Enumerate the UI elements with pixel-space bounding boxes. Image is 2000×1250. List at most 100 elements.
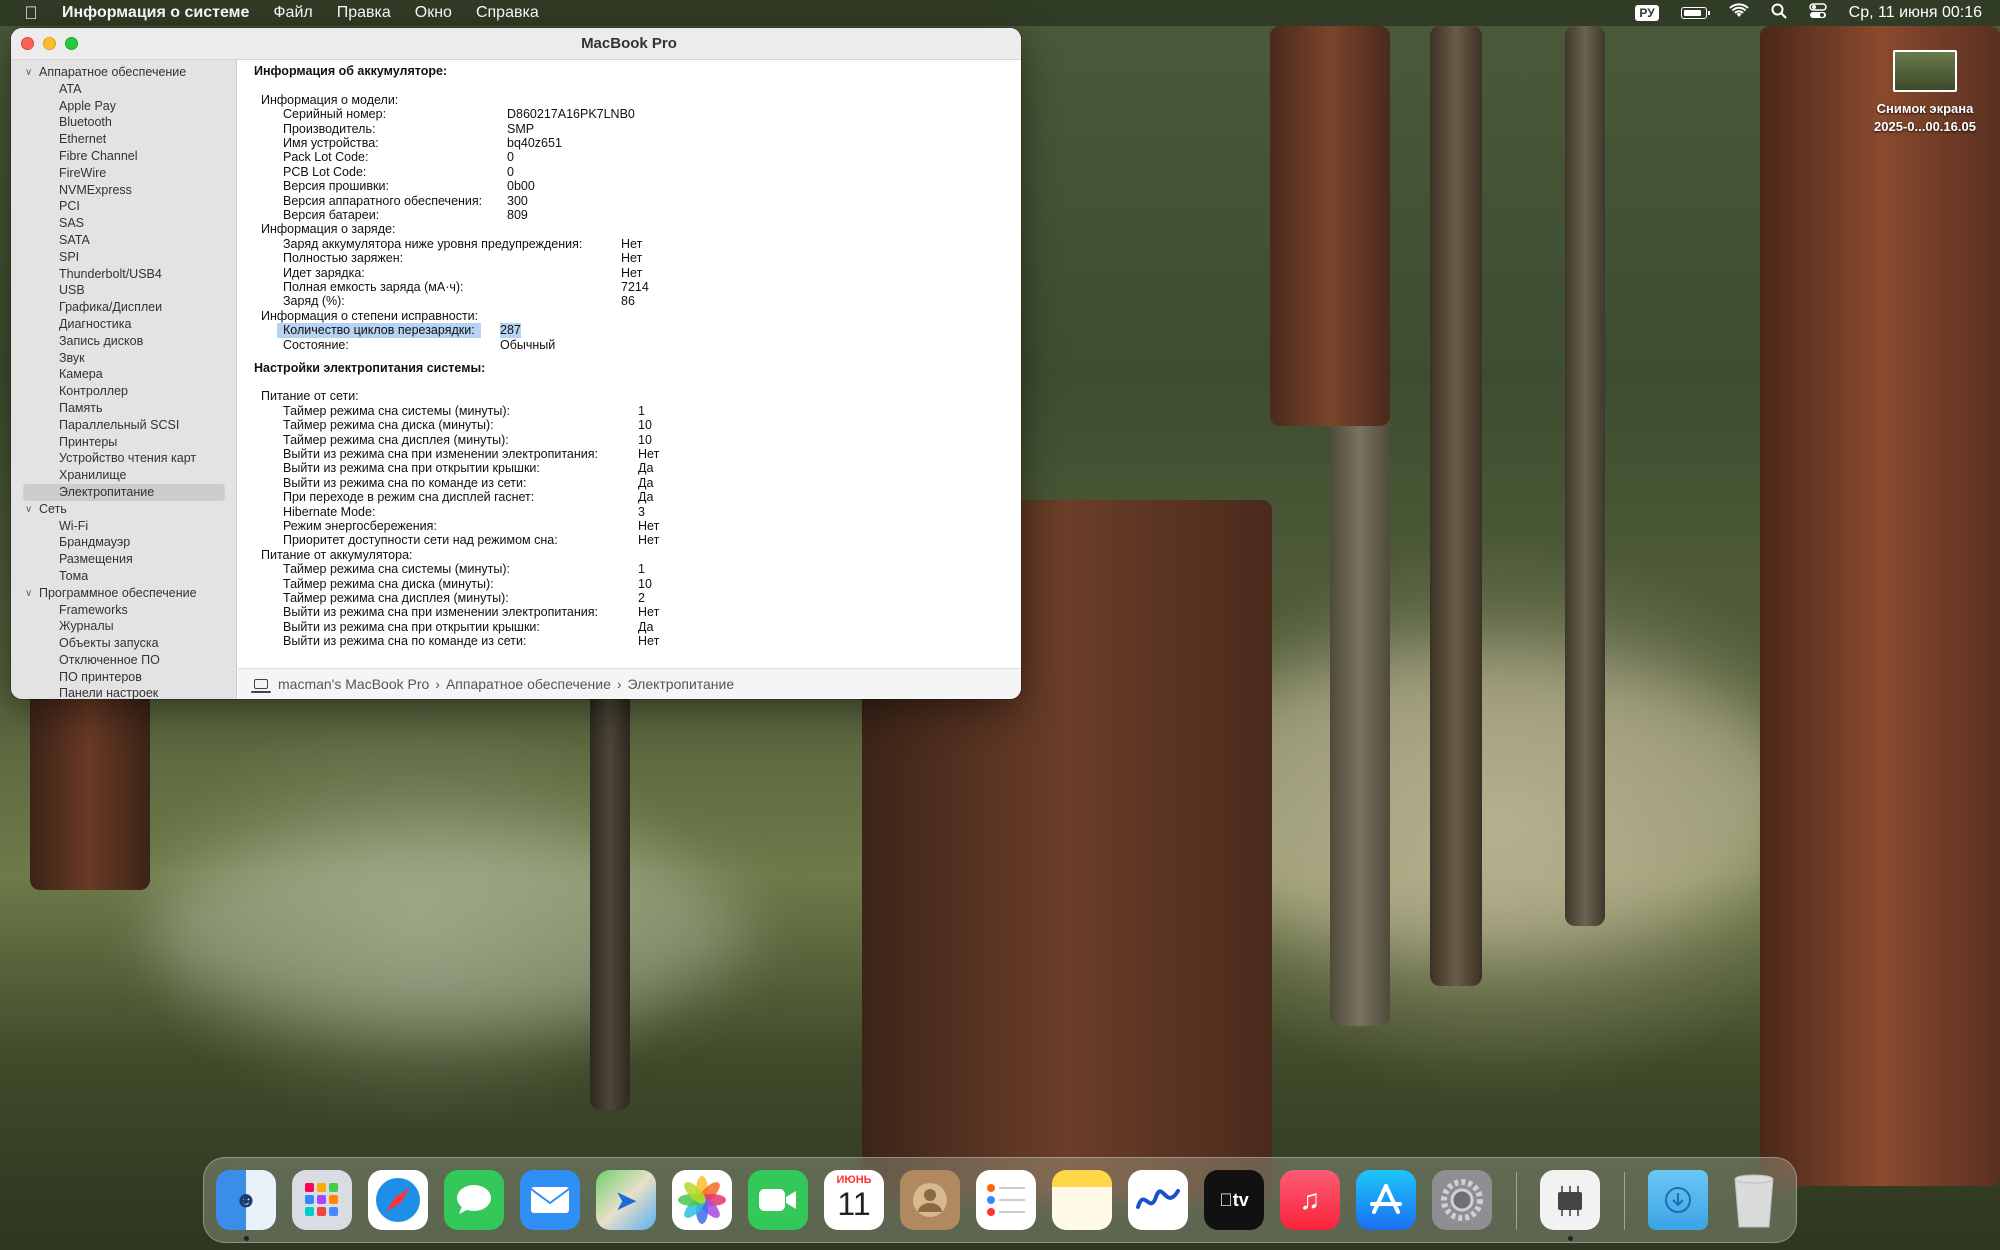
chevron-down-icon[interactable]: ∨ xyxy=(25,588,39,599)
sidebar-group-software[interactable]: ∨ Программное обеспечение xyxy=(11,585,236,602)
sidebar-item-locations[interactable]: Размещения xyxy=(11,551,236,568)
sidebar-item-preference-panes[interactable]: Панели настроек xyxy=(11,685,236,699)
sidebar-item-usb[interactable]: USB xyxy=(11,282,236,299)
sidebar-group-network[interactable]: ∨ Сеть xyxy=(11,501,236,518)
fullscreen-button[interactable] xyxy=(65,37,78,50)
freeform-icon[interactable] xyxy=(1128,1170,1188,1230)
app-store-icon[interactable] xyxy=(1356,1170,1416,1230)
charge-info-label: Информация о заряде: xyxy=(261,222,396,237)
messages-icon[interactable] xyxy=(444,1170,504,1230)
sidebar-item-bluetooth[interactable]: Bluetooth xyxy=(11,114,236,131)
sidebar-item-ethernet[interactable]: Ethernet xyxy=(11,131,236,148)
sidebar-item-sata[interactable]: SATA xyxy=(11,232,236,249)
reminders-icon[interactable] xyxy=(976,1170,1036,1230)
sidebar-item-camera[interactable]: Камера xyxy=(11,366,236,383)
sidebar-item-spi[interactable]: SPI xyxy=(11,249,236,266)
launchpad-icon[interactable] xyxy=(292,1170,352,1230)
path-computer[interactable]: macman's MacBook Pro xyxy=(278,676,429,692)
screenshot-thumbnail[interactable] xyxy=(1893,50,1957,92)
system-information-icon[interactable] xyxy=(1540,1170,1600,1230)
info-value: Да xyxy=(638,490,654,505)
info-value: Нет xyxy=(638,605,660,620)
dock-separator xyxy=(1516,1172,1517,1230)
chevron-down-icon[interactable]: ∨ xyxy=(25,67,39,78)
maps-icon[interactable]: ➤ xyxy=(596,1170,656,1230)
info-key: Таймер режима сна диска (минуты): xyxy=(283,576,494,591)
sidebar-item-disabled-software[interactable]: Отключенное ПО xyxy=(11,652,236,669)
chevron-down-icon[interactable]: ∨ xyxy=(25,504,39,515)
sidebar-group-hardware[interactable]: ∨ Аппаратное обеспечение xyxy=(11,64,236,81)
sidebar-item-volumes[interactable]: Тома xyxy=(11,568,236,585)
sidebar-item-controller[interactable]: Контроллер xyxy=(11,383,236,400)
sidebar-item-graphics[interactable]: Графика/Дисплеи xyxy=(11,299,236,316)
sidebar-item-storage[interactable]: Хранилище xyxy=(11,467,236,484)
sidebar-item-fibre-channel[interactable]: Fibre Channel xyxy=(11,148,236,165)
sidebar-item-sas[interactable]: SAS xyxy=(11,215,236,232)
sidebar-item-startup-items[interactable]: Объекты запуска xyxy=(11,635,236,652)
menu-file[interactable]: Файл xyxy=(273,4,312,22)
info-key: Выйти из режима сна при открытии крышки: xyxy=(283,461,540,476)
sidebar-item-diagnostics[interactable]: Диагностика xyxy=(11,316,236,333)
apple-menu-icon[interactable]:  xyxy=(20,3,42,24)
safari-icon[interactable] xyxy=(368,1170,428,1230)
info-value: SMP xyxy=(507,121,535,136)
info-value: Нет xyxy=(638,447,660,462)
sidebar-item-audio[interactable]: Звук xyxy=(11,350,236,367)
wifi-icon[interactable] xyxy=(1728,2,1749,24)
sidebar-item-card-reader[interactable]: Устройство чтения карт xyxy=(11,450,236,467)
trash-icon[interactable] xyxy=(1724,1170,1784,1230)
sidebar-item-ata[interactable]: ATA xyxy=(11,81,236,98)
spotlight-search-icon[interactable] xyxy=(1771,3,1787,24)
photos-icon[interactable] xyxy=(672,1170,732,1230)
path-item[interactable]: Электропитание xyxy=(628,676,735,692)
sidebar-item-memory[interactable]: Память xyxy=(11,400,236,417)
desktop-screenshot-file[interactable]: Снимок экрана 2025-0...00.16.05 xyxy=(1860,50,1990,136)
detail-pane[interactable]: Информация об аккумуляторе: Информация о … xyxy=(238,60,1021,668)
sidebar-item-apple-pay[interactable]: Apple Pay xyxy=(11,98,236,115)
calendar-icon[interactable]: ИЮНЬ 11 xyxy=(824,1170,884,1230)
menu-app-name[interactable]: Информация о системе xyxy=(62,4,249,22)
sidebar-item-thunderbolt[interactable]: Thunderbolt/USB4 xyxy=(11,266,236,283)
sidebar-item-pci[interactable]: PCI xyxy=(11,198,236,215)
calendar-month: ИЮНЬ xyxy=(836,1174,872,1186)
battery-icon[interactable] xyxy=(1680,7,1710,19)
info-key: Версия прошивки: xyxy=(283,179,389,194)
sidebar-item-printer-software[interactable]: ПО принтеров xyxy=(11,669,236,686)
sidebar-item-parallel-scsi[interactable]: Параллельный SCSI xyxy=(11,417,236,434)
finder-icon[interactable]: ☻ xyxy=(216,1170,276,1230)
tv-icon[interactable]: tv xyxy=(1204,1170,1264,1230)
menubar-clock[interactable]: Ср, 11 июня 00:16 xyxy=(1849,4,1982,22)
sidebar-item-nvmexpress[interactable]: NVMExpress xyxy=(11,182,236,199)
info-value: Да xyxy=(638,475,654,490)
window-titlebar[interactable]: MacBook Pro xyxy=(11,28,1021,60)
control-center-icon[interactable] xyxy=(1808,2,1827,24)
menu-help[interactable]: Справка xyxy=(476,4,539,22)
sidebar-item-disc-burning[interactable]: Запись дисков xyxy=(11,333,236,350)
input-source-indicator[interactable]: РУ xyxy=(1635,5,1659,21)
info-value: D860217A16PK7LNB0 xyxy=(507,107,635,122)
system-information-window: MacBook Pro ∨ Аппаратное обеспечение ATA… xyxy=(11,28,1021,699)
system-settings-icon[interactable] xyxy=(1432,1170,1492,1230)
info-key: Таймер режима сна дисплея (минуты): xyxy=(283,591,509,606)
sidebar-group-label: Сеть xyxy=(39,502,67,517)
contacts-icon[interactable] xyxy=(900,1170,960,1230)
sidebar-item-firewall[interactable]: Брандмауэр xyxy=(11,534,236,551)
minimize-button[interactable] xyxy=(43,37,56,50)
notes-icon[interactable] xyxy=(1052,1170,1112,1230)
music-icon[interactable]: ♫ xyxy=(1280,1170,1340,1230)
sidebar-item-power[interactable]: Электропитание xyxy=(23,483,225,501)
path-section[interactable]: Аппаратное обеспечение xyxy=(446,676,611,692)
mail-icon[interactable] xyxy=(520,1170,580,1230)
close-button[interactable] xyxy=(21,37,34,50)
menu-edit[interactable]: Правка xyxy=(337,4,391,22)
menu-window[interactable]: Окно xyxy=(415,4,452,22)
sidebar-item-printers[interactable]: Принтеры xyxy=(11,434,236,451)
sidebar-item-firewire[interactable]: FireWire xyxy=(11,165,236,182)
downloads-folder-icon[interactable] xyxy=(1648,1170,1708,1230)
info-key: Версия батареи: xyxy=(283,208,380,222)
sidebar-item-wifi[interactable]: Wi-Fi xyxy=(11,518,236,535)
sidebar-item-frameworks[interactable]: Frameworks xyxy=(11,602,236,619)
sidebar-item-logs[interactable]: Журналы xyxy=(11,618,236,635)
facetime-icon[interactable] xyxy=(748,1170,808,1230)
info-value: Нет xyxy=(621,265,643,280)
